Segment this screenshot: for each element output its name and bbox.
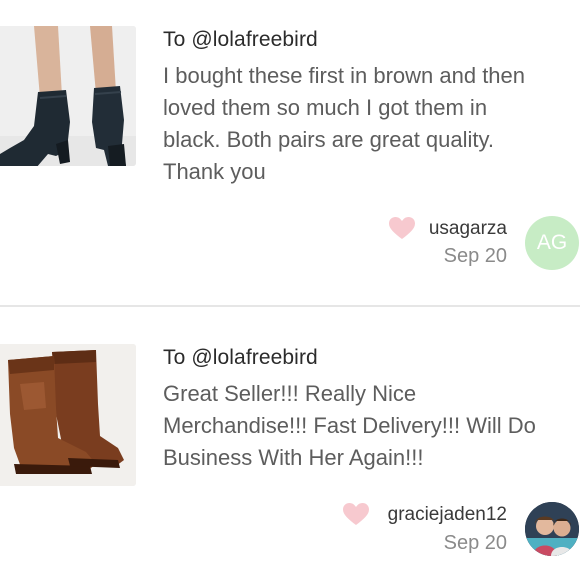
review-text-line: black. Both pairs are great quality.	[163, 127, 494, 152]
divider	[0, 305, 580, 307]
review-text: I bought these first in brown and then l…	[163, 60, 575, 188]
review-text-line: loved them so much I got them in	[163, 95, 488, 120]
avatar-photo	[525, 502, 579, 556]
review-text: Great Seller!!! Really Nice Merchandise!…	[163, 378, 575, 474]
review-card: To @lolafreebird Great Seller!!! Really …	[0, 310, 580, 580]
review-date: Sep 20	[443, 532, 507, 554]
review-text-line: Business With Her Again!!!	[163, 445, 424, 470]
heart-icon[interactable]	[388, 216, 416, 240]
review-text-line: I bought these first in brown and then	[163, 63, 526, 88]
avatar[interactable]: AG	[525, 216, 579, 270]
review-text-line: Thank you	[163, 159, 266, 184]
avatar[interactable]	[525, 502, 579, 556]
reviewer-username[interactable]: graciejaden12	[388, 504, 507, 526]
black-ankle-boots-image	[0, 26, 136, 166]
review-recipient[interactable]: To @lolafreebird	[163, 346, 318, 370]
product-thumbnail-brown-boots[interactable]	[0, 344, 136, 486]
product-thumbnail-black-boots[interactable]	[0, 26, 136, 166]
review-recipient[interactable]: To @lolafreebird	[163, 28, 318, 52]
reviewer-username[interactable]: usagarza	[429, 218, 507, 240]
review-card: To @lolafreebird I bought these first in…	[0, 0, 580, 290]
review-text-line: Merchandise!!! Fast Delivery!!! Will Do	[163, 413, 536, 438]
brown-cowboy-boots-image	[0, 344, 136, 486]
heart-icon[interactable]	[342, 502, 370, 526]
review-date: Sep 20	[443, 245, 507, 267]
review-text-line: Great Seller!!! Really Nice	[163, 381, 417, 406]
reviews-page: To @lolafreebird I bought these first in…	[0, 0, 580, 580]
